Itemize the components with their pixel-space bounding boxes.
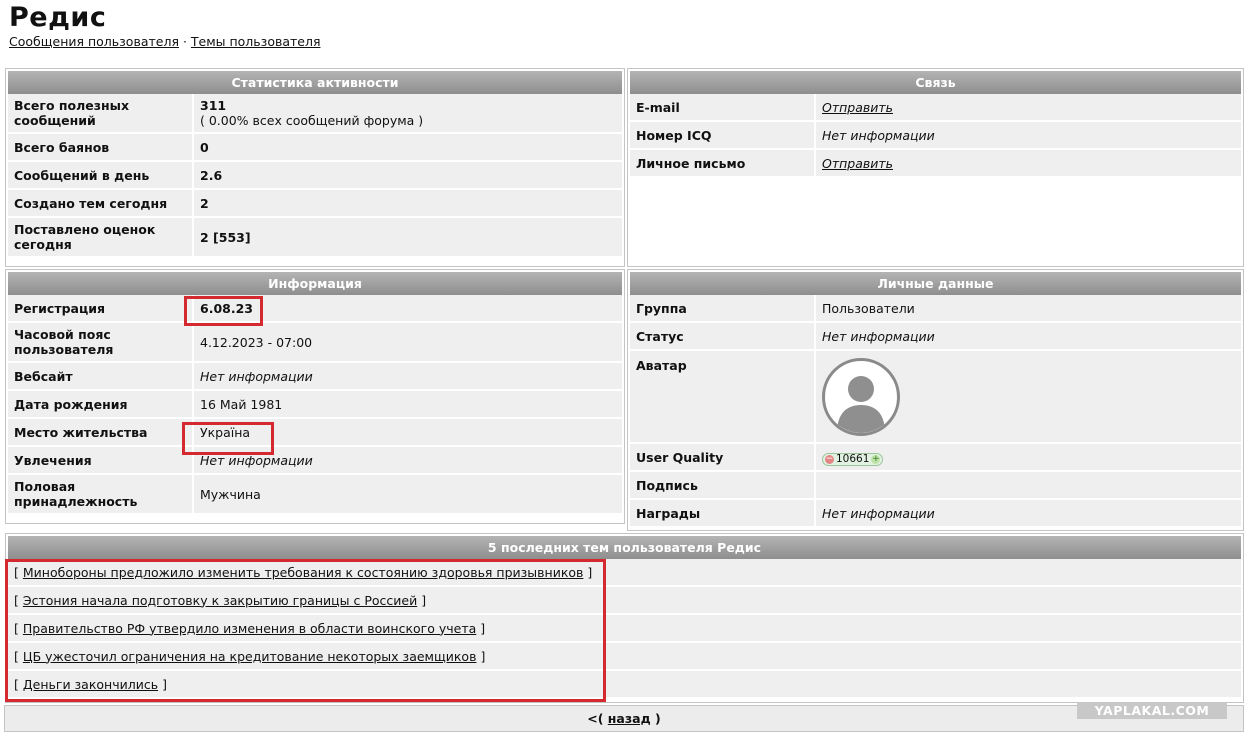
user-quality-badge: −10661 +	[822, 452, 884, 466]
stat-value: 2 [553]	[194, 218, 622, 258]
stat-label: Создано тем сегодня	[8, 190, 194, 218]
table-row: Всего баянов 0	[8, 134, 622, 162]
info-label: Часовой пояс пользователя	[8, 323, 194, 363]
contact-table: E-mail Отправить Номер ICQ Нет информации …	[630, 94, 1241, 178]
stat-value: 311( 0.00% всех сообщений форума )	[194, 94, 622, 134]
back-prefix: <(	[587, 711, 604, 726]
activity-stats-panel: Статистика активности Всего полезных соо…	[5, 68, 625, 267]
info-label: Вебсайт	[8, 363, 194, 391]
awards-value: Нет информации	[822, 505, 935, 521]
table-row: Увлечения Нет информации	[8, 447, 622, 475]
table-row: User Quality −10661 +	[630, 444, 1241, 472]
table-row: Дата рождения 16 Май 1981	[8, 391, 622, 419]
info-panel: Информация Регистрация 6.08.23 Часовой по…	[5, 269, 625, 524]
stat-label: Сообщений в день	[8, 162, 194, 190]
table-row: Поставлено оценок сегодня 2 [553]	[8, 218, 622, 258]
personal-panel: Личные данные Группа Пользователи Статус Н…	[627, 269, 1244, 531]
table-row: Подпись	[630, 472, 1241, 500]
stat-label: Поставлено оценок сегодня	[8, 218, 194, 258]
contact-label: Номер ICQ	[630, 122, 816, 150]
user-topics-link[interactable]: Темы пользователя	[191, 34, 321, 49]
info-label: Место жительства	[8, 419, 194, 447]
stat-value: 2.6	[194, 162, 622, 190]
personal-label: Группа	[630, 295, 816, 323]
info-label: Увлечения	[8, 447, 194, 475]
table-row: Часовой пояс пользователя 4.12.2023 - 07:…	[8, 323, 622, 363]
table-row: Место жительства Україна	[8, 419, 622, 447]
page-title: Редис	[9, 2, 107, 33]
stat-label: Всего баянов	[8, 134, 194, 162]
useful-posts-share: ( 0.00% всех сообщений форума )	[200, 113, 424, 128]
stat-value: 2	[194, 190, 622, 218]
recent-topics-header: 5 последних тем пользователя Редис	[8, 536, 1241, 559]
personal-label: Аватар	[630, 351, 816, 444]
registration-highlight	[184, 296, 263, 326]
back-suffix: )	[655, 711, 661, 726]
personal-label: Подпись	[630, 472, 816, 500]
send-private-message-link[interactable]: Отправить	[822, 156, 893, 171]
gender-value: Мужчина	[194, 475, 622, 515]
table-row: Личное письмо Отправить	[630, 150, 1241, 178]
info-label: Регистрация	[8, 295, 194, 323]
table-row: Всего полезных сообщений 311( 0.00% всех …	[8, 94, 622, 134]
info-label: Дата рождения	[8, 391, 194, 419]
table-row: Вебсайт Нет информации	[8, 363, 622, 391]
activity-stats-table: Всего полезных сообщений 311( 0.00% всех …	[8, 94, 622, 258]
activity-stats-header: Статистика активности	[8, 71, 622, 94]
quality-score: 10661	[836, 452, 870, 465]
table-row: Создано тем сегодня 2	[8, 190, 622, 218]
quality-plus-button[interactable]: +	[871, 454, 881, 464]
contact-label: E-mail	[630, 94, 816, 122]
links-separator: ·	[178, 34, 191, 49]
icq-value: Нет информации	[822, 127, 935, 143]
back-bar: <( назад )	[4, 705, 1244, 732]
website-value: Нет информации	[200, 368, 313, 384]
timezone-value: 4.12.2023 - 07:00	[194, 323, 622, 363]
info-header: Информация	[8, 272, 622, 295]
personal-table: Группа Пользователи Статус Нет информации …	[630, 295, 1241, 528]
table-row: Группа Пользователи	[630, 295, 1241, 323]
group-value: Пользователи	[816, 295, 1241, 323]
stat-label: Всего полезных сообщений	[8, 94, 194, 134]
avatar	[822, 357, 900, 436]
send-email-link[interactable]: Отправить	[822, 100, 893, 115]
info-table: Регистрация 6.08.23 Часовой пояс пользова…	[8, 295, 622, 515]
topics-highlight	[5, 559, 606, 702]
personal-label: Статус	[630, 323, 816, 351]
table-row: Половая принадлежность Мужчина	[8, 475, 622, 515]
personal-label: Награды	[630, 500, 816, 528]
birthdate-value: 16 Май 1981	[194, 391, 622, 419]
contact-panel: Связь E-mail Отправить Номер ICQ Нет инфор…	[627, 68, 1244, 267]
status-value: Нет информации	[822, 328, 935, 344]
back-link[interactable]: назад	[608, 711, 651, 726]
signature-value	[816, 472, 1241, 500]
table-row: Награды Нет информации	[630, 500, 1241, 528]
table-row: Номер ICQ Нет информации	[630, 122, 1241, 150]
personal-label: User Quality	[630, 444, 816, 472]
table-row: Статус Нет информации	[630, 323, 1241, 351]
personal-header: Личные данные	[630, 272, 1241, 295]
location-highlight	[182, 422, 274, 455]
profile-links: Сообщения пользователя · Темы пользовате…	[9, 34, 320, 49]
info-label: Половая принадлежность	[8, 475, 194, 515]
contact-header: Связь	[630, 71, 1241, 94]
table-row: E-mail Отправить	[630, 94, 1241, 122]
table-row: Регистрация 6.08.23	[8, 295, 622, 323]
user-silhouette-icon	[837, 375, 885, 433]
user-posts-link[interactable]: Сообщения пользователя	[9, 34, 179, 49]
table-row: Сообщений в день 2.6	[8, 162, 622, 190]
watermark: YAPLAKAL.COM	[1077, 702, 1227, 719]
contact-label: Личное письмо	[630, 150, 816, 178]
useful-posts-count: 311	[200, 98, 227, 113]
table-row: Аватар	[630, 351, 1241, 444]
stat-value: 0	[194, 134, 622, 162]
quality-minus-button[interactable]: −	[825, 454, 834, 464]
